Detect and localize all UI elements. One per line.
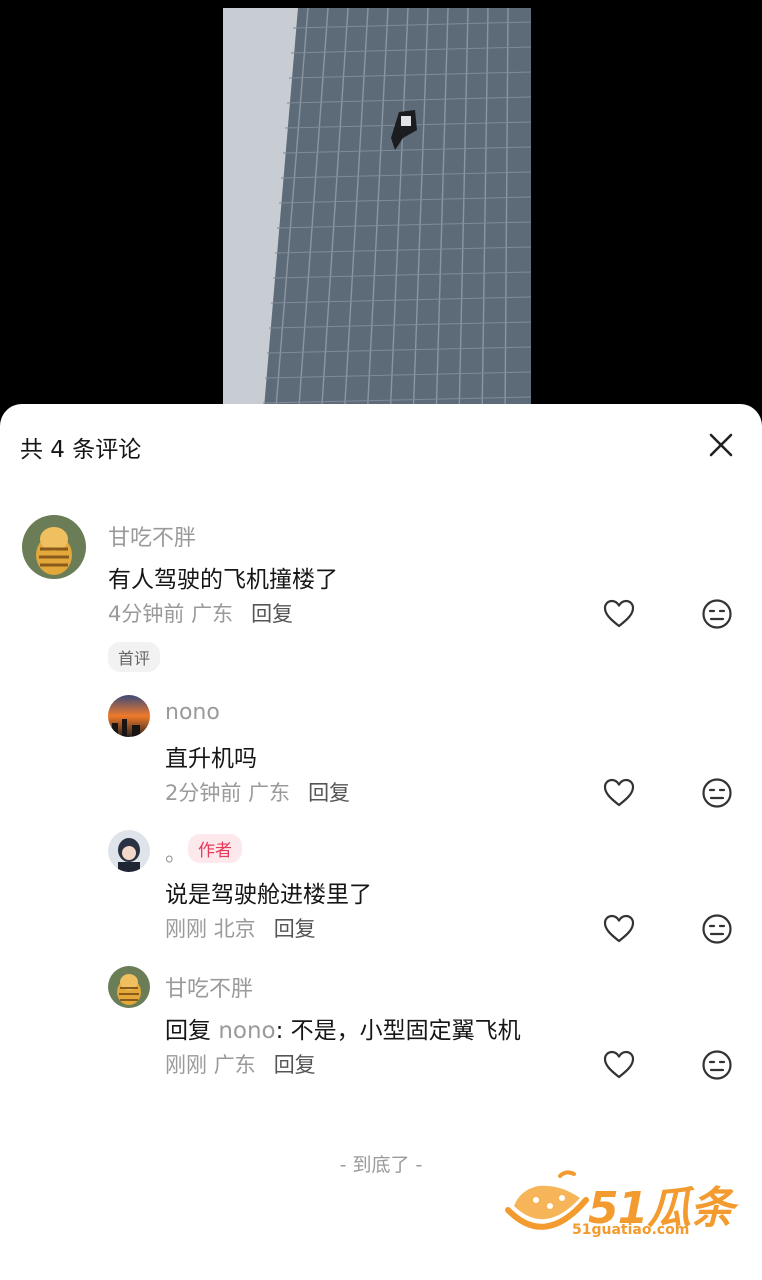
reply-button[interactable]: 回复: [274, 913, 316, 943]
video-frame: [223, 8, 531, 420]
comments-sheet: 共 4 条评论 甘吃不胖 有人驾驶的飞机撞楼了 4分钟前 广东 回复 首评 no…: [0, 404, 762, 1280]
comment-author-name[interactable]: nono: [165, 700, 220, 725]
avatar[interactable]: [22, 515, 86, 579]
comment-text: 说是驾驶舱进楼里了: [165, 882, 372, 908]
avatar[interactable]: [108, 966, 150, 1008]
comment-location: 广东: [191, 602, 234, 626]
meh-face-icon: [702, 1050, 732, 1080]
dislike-button[interactable]: [697, 773, 737, 813]
reply-prefix: 回复: [165, 1018, 211, 1044]
comment-text: 回复 nono: 不是，小型固定翼飞机: [165, 1011, 521, 1045]
heart-icon: [603, 599, 635, 628]
video-area[interactable]: [0, 0, 762, 420]
comment-meta: 刚刚 广东 回复: [165, 1049, 316, 1079]
comments-count-title: 共 4 条评论: [20, 437, 142, 463]
reply-target-name[interactable]: nono: [218, 1018, 275, 1044]
meh-face-icon: [702, 599, 732, 629]
reply-button[interactable]: 回复: [274, 1049, 316, 1079]
building-image: [223, 8, 531, 420]
first-comment-badge: 首评: [108, 642, 161, 672]
comment-location: 广东: [213, 1053, 256, 1077]
comment-text: 直升机吗: [165, 746, 257, 772]
dislike-button[interactable]: [697, 909, 737, 949]
comment-text: 有人驾驶的飞机撞楼了: [108, 567, 338, 593]
like-button[interactable]: [599, 594, 639, 634]
watermark-logo: 51瓜条 51guatiao.com: [500, 1166, 740, 1246]
comment-time: 2分钟前: [165, 781, 242, 805]
heart-icon: [603, 1050, 635, 1079]
comment-author-name[interactable]: 甘吃不胖: [108, 520, 196, 552]
comment-meta: 2分钟前 广东 回复: [165, 777, 350, 807]
like-button[interactable]: [599, 773, 639, 813]
reply-button[interactable]: 回复: [251, 598, 293, 628]
heart-icon: [603, 914, 635, 943]
comment-author-name[interactable]: 甘吃不胖: [165, 971, 253, 1003]
watermark-url: 51guatiao.com: [572, 1222, 690, 1238]
comment-meta: 4分钟前 广东 回复: [108, 598, 293, 628]
comment-meta: 刚刚 北京 回复: [165, 913, 316, 943]
reply-body: : 不是，小型固定翼飞机: [275, 1018, 521, 1044]
avatar[interactable]: [108, 695, 150, 737]
close-icon: [709, 433, 733, 457]
author-badge: 作者: [188, 834, 242, 863]
like-button[interactable]: [599, 1045, 639, 1085]
dislike-button[interactable]: [697, 1045, 737, 1085]
like-button[interactable]: [599, 909, 639, 949]
comment-location: 广东: [248, 781, 291, 805]
comment-location: 北京: [213, 917, 256, 941]
meh-face-icon: [702, 914, 732, 944]
avatar[interactable]: [108, 830, 150, 872]
close-button[interactable]: [700, 424, 742, 466]
meh-face-icon: [702, 778, 732, 808]
heart-icon: [603, 778, 635, 807]
dislike-button[interactable]: [697, 594, 737, 634]
reply-button[interactable]: 回复: [308, 777, 350, 807]
comment-time: 刚刚: [165, 917, 207, 941]
comment-time: 4分钟前: [108, 602, 185, 626]
comment-author-name[interactable]: 。: [165, 836, 187, 868]
comment-time: 刚刚: [165, 1053, 207, 1077]
